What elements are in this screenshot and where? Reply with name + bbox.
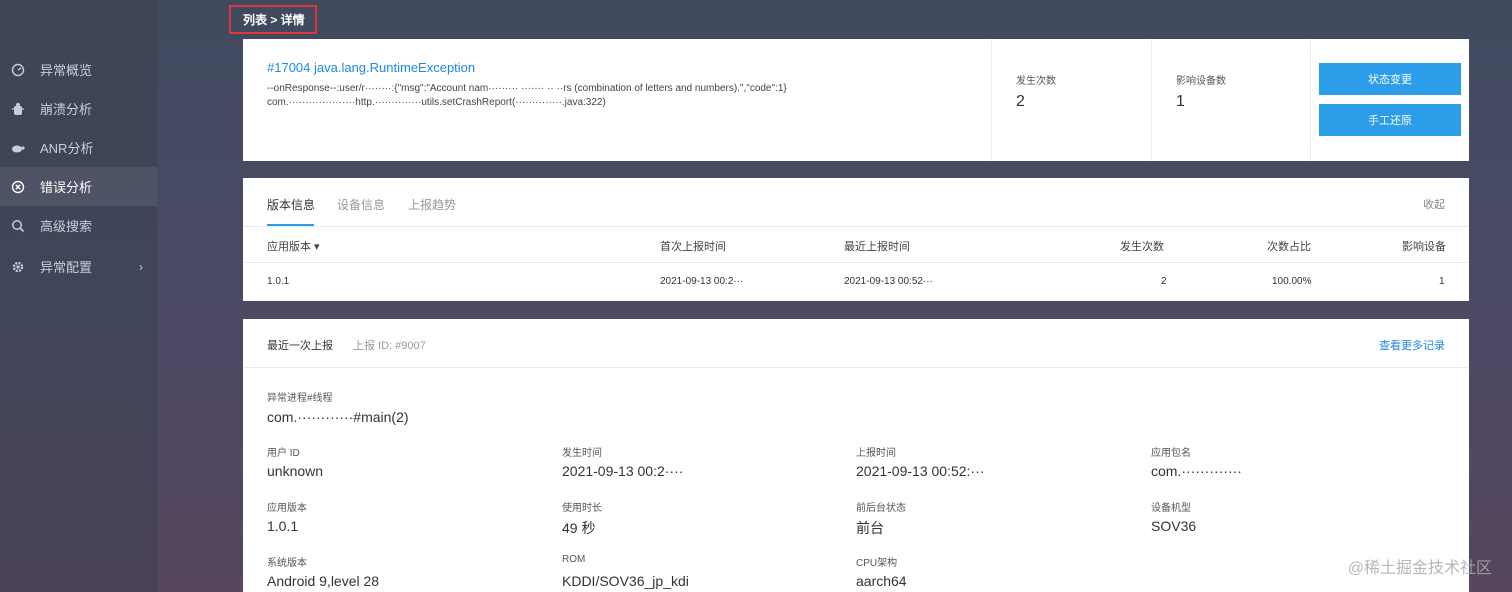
- exception-summary-card: #17004 java.lang.RuntimeException --onRe…: [243, 39, 1469, 161]
- divider: [1310, 39, 1311, 161]
- sidebar-item-config[interactable]: 异常配置 ›: [0, 247, 157, 286]
- field-value: aarch64: [856, 573, 907, 589]
- sidebar-item-error[interactable]: 错误分析: [0, 167, 157, 206]
- field-value: 前台: [856, 520, 884, 536]
- cell-ratio: 100.00%: [1272, 276, 1312, 287]
- sidebar-item-label: 异常概览: [40, 63, 93, 78]
- occurrences-stat: 发生次数 2: [991, 39, 1151, 161]
- tab-version-info[interactable]: 版本信息: [267, 196, 315, 213]
- field-label: 应用包名: [1151, 448, 1191, 459]
- sidebar-item-label: 异常配置: [40, 260, 93, 275]
- cell-occurrences: 2: [1161, 276, 1167, 287]
- change-status-button[interactable]: 状态变更: [1319, 63, 1461, 95]
- field-label: 前后台状态: [856, 503, 906, 514]
- view-more-records-link[interactable]: 查看更多记录: [1379, 337, 1445, 353]
- process-thread-value: com.············#main(2): [267, 409, 409, 425]
- cell-app-version: 1.0.1: [267, 276, 290, 287]
- column-header-first-report: 首次上报时间: [660, 241, 726, 253]
- affected-devices-value: 1: [1176, 93, 1185, 110]
- field-value: 1.0.1: [267, 518, 299, 534]
- field-value: unknown: [267, 463, 324, 479]
- field-label: 使用时长: [562, 503, 602, 514]
- cell-affected-devices: 1: [1439, 276, 1445, 287]
- column-header-last-report: 最近上报时间: [844, 241, 910, 253]
- divider: [243, 367, 1469, 368]
- latest-report-card: 最近一次上报 上报 ID: #9007 查看更多记录 异常进程#线程 com.·…: [243, 319, 1469, 592]
- search-icon: [10, 218, 26, 234]
- field-value: com.·············: [1151, 463, 1242, 479]
- field-label: 应用版本: [267, 503, 307, 514]
- sidebar-item-label: ANR分析: [40, 141, 94, 156]
- sidebar-item-crash[interactable]: 崩溃分析: [0, 89, 157, 128]
- field-value: Android 9,level 28: [267, 573, 380, 589]
- field-label: 系统版本: [267, 558, 307, 569]
- field-label: CPU架构: [856, 558, 898, 569]
- dashboard-icon: [10, 62, 26, 78]
- tab-report-trend[interactable]: 上报趋势: [408, 196, 456, 213]
- sidebar-item-label: 高级搜索: [40, 219, 93, 234]
- field-label: 上报时间: [856, 448, 896, 459]
- exception-title: #17004 java.lang.RuntimeException: [267, 60, 476, 75]
- bug-icon: [10, 101, 26, 117]
- sidebar: 异常概览 崩溃分析 ANR分析 错误分析 高级搜索 异常配置 ›: [0, 0, 157, 592]
- watermark: @稀土掘金技术社区: [1347, 560, 1492, 577]
- occurrences-label: 发生次数: [1016, 76, 1056, 87]
- divider: [243, 262, 1469, 263]
- gear-icon: [10, 259, 26, 275]
- sidebar-item-search[interactable]: 高级搜索: [0, 206, 157, 245]
- column-header-affected-devices: 影响设备: [1402, 241, 1446, 253]
- column-header-app-version[interactable]: 应用版本 ▾: [267, 238, 320, 254]
- field-value: KDDI/SOV36_jp_kdi: [562, 573, 689, 589]
- field-value: 2021-09-13 00:52:···: [856, 463, 985, 479]
- affected-devices-label: 影响设备数: [1176, 76, 1226, 87]
- divider: [243, 226, 1469, 227]
- tab-device-info[interactable]: 设备信息: [337, 196, 385, 213]
- report-id: 上报 ID: #9007: [353, 340, 426, 352]
- field-value: 2021-09-13 00:2····: [562, 463, 684, 479]
- exception-stack-line: com.····················http.···········…: [267, 97, 606, 108]
- field-value: SOV36: [1151, 518, 1197, 534]
- field-label: ROM: [562, 554, 586, 565]
- column-header-ratio: 次数占比: [1267, 241, 1311, 253]
- collapse-link[interactable]: 收起: [1423, 196, 1445, 212]
- field-label: 发生时间: [562, 448, 602, 459]
- breadcrumb[interactable]: 列表 > 详情: [229, 5, 317, 34]
- field-value: 49 秒: [562, 520, 596, 536]
- affected-devices-stat: 影响设备数 1: [1151, 39, 1311, 161]
- sidebar-item-overview[interactable]: 异常概览: [0, 50, 157, 89]
- cell-last-report: 2021-09-13 00:52···: [844, 276, 933, 287]
- error-circle-icon: [10, 179, 26, 195]
- occurrences-value: 2: [1016, 93, 1025, 110]
- field-label: 用户 ID: [267, 448, 300, 459]
- version-info-card: 版本信息 设备信息 上报趋势 收起 应用版本 ▾ 首次上报时间 最近上报时间 发…: [243, 178, 1469, 301]
- latest-report-title: 最近一次上报: [267, 340, 333, 352]
- sidebar-item-label: 崩溃分析: [40, 102, 93, 117]
- chevron-right-icon: ›: [139, 259, 143, 274]
- cell-first-report: 2021-09-13 00:2···: [660, 276, 744, 287]
- sidebar-item-anr[interactable]: ANR分析: [0, 128, 157, 167]
- tortoise-icon: [10, 140, 26, 156]
- process-thread-label: 异常进程#线程: [267, 393, 333, 404]
- exception-message-line: --onResponse--:user/r········:{"msg":"Ac…: [267, 83, 787, 94]
- column-header-occurrences: 发生次数: [1120, 241, 1164, 253]
- sidebar-item-label: 错误分析: [40, 180, 93, 195]
- manual-restore-button[interactable]: 手工还原: [1319, 104, 1461, 136]
- field-label: 设备机型: [1151, 503, 1191, 514]
